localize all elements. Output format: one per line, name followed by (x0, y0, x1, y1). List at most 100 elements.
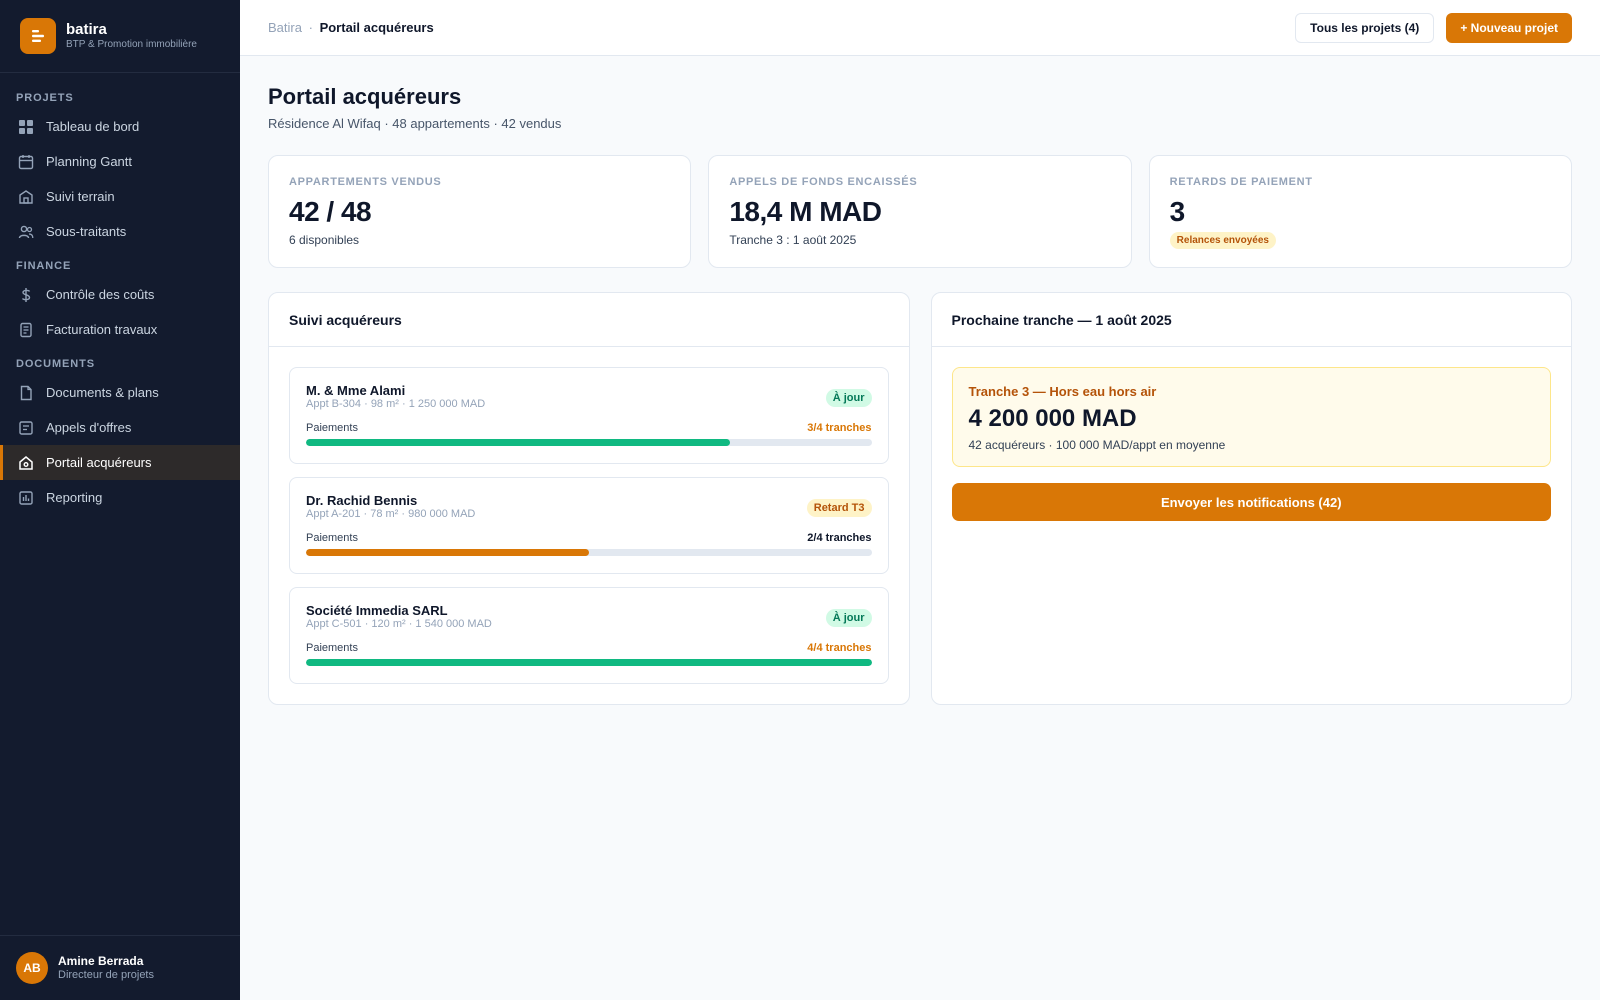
buyer-header: Société Immedia SARL Appt C-501 · 120 m² … (306, 604, 872, 631)
chart-icon (18, 490, 34, 506)
user-profile[interactable]: AB Amine Berrada Directeur de projets (0, 935, 240, 1000)
buyer-header: M. & Mme Alami Appt B-304 · 98 m² · 1 250… (306, 384, 872, 411)
nav-section-projets: PROJETS (16, 92, 74, 104)
tranches-count: 2/4 tranches (807, 532, 872, 544)
tranche-note: 42 acquéreurs · 100 000 MAD/appt en moye… (968, 438, 1226, 452)
breadcrumb: Batira · Portail acquéreurs (268, 20, 1295, 35)
status-badge: Retard T3 (806, 499, 872, 517)
tranche-summary: Tranche 3 — Hors eau hors air 4 200 000 … (951, 367, 1551, 467)
payments-label: Paiements (306, 422, 358, 434)
home-icon (18, 455, 34, 471)
nav-section-finance: FINANCE (16, 260, 72, 272)
tranche-title: Tranche 3 — Hors eau hors air (968, 384, 1157, 399)
user-role: Directeur de projets (58, 969, 154, 981)
list-item[interactable]: Dr. Rachid Bennis Appt A-201 · 78 m² · 98… (289, 477, 889, 574)
all-projects-button[interactable]: Tous les projets (4) (1295, 12, 1435, 43)
user-name: Amine Berrada (58, 954, 144, 968)
kpi-value: 42 / 48 (289, 196, 372, 227)
building-icon (18, 189, 34, 205)
panel-title: Prochaine tranche — 1 août 2025 (931, 293, 1571, 347)
brand-logo-icon (20, 18, 56, 54)
kpi-label: RETARDS DE PAIEMENT (1169, 176, 1313, 188)
sidebar-item-label: Facturation travaux (46, 322, 158, 337)
progress-bar-fill (306, 439, 731, 446)
sidebar-item-tableau-de-bord[interactable]: Tableau de bord (0, 109, 240, 144)
kpi-value: 18,4 M MAD (729, 196, 882, 227)
progress-bar-fill (306, 659, 872, 666)
avatar: AB (16, 952, 48, 984)
tranche-panel: Prochaine tranche — 1 août 2025 Tranche … (930, 292, 1572, 705)
tranches-count: 4/4 tranches (807, 642, 872, 654)
sidebar-item-label: Documents & plans (46, 385, 159, 400)
main-content: Portail acquéreurs Résidence Al Wifaq · … (268, 56, 1572, 705)
status-badge: Relances envoyées (1169, 232, 1276, 249)
sidebar-item-label: Contrôle des coûts (46, 287, 155, 302)
sidebar-item-label: Appels d'offres (46, 420, 132, 435)
buyer-name: Société Immedia SARL (306, 603, 448, 618)
sidebar: batira BTP & Promotion immobilière PROJE… (0, 0, 240, 1000)
buyer-meta: Appt A-201 · 78 m² · 980 000 MAD (306, 508, 476, 520)
buyer-header: Dr. Rachid Bennis Appt A-201 · 78 m² · 98… (306, 494, 872, 521)
brand-tagline: BTP & Promotion immobilière (66, 39, 197, 50)
kpi-card-apartments-sold: APPARTEMENTS VENDUS 42 / 48 6 disponible… (268, 155, 692, 268)
buyers-list: M. & Mme Alami Appt B-304 · 98 m² · 1 250… (269, 347, 909, 717)
invoice-icon (18, 322, 34, 338)
tranche-amount: 4 200 000 MAD (968, 405, 1137, 432)
progress-bar (306, 549, 872, 556)
payment-row: Paiements 3/4 tranches (306, 422, 872, 434)
kpi-row: APPARTEMENTS VENDUS 42 / 48 6 disponible… (268, 155, 1572, 268)
kpi-note: Tranche 3 : 1 août 2025 (729, 233, 857, 247)
file-icon (18, 385, 34, 401)
progress-bar-fill (306, 549, 589, 556)
brand: batira BTP & Promotion immobilière (0, 0, 240, 73)
payment-row: Paiements 2/4 tranches (306, 532, 872, 544)
sidebar-item-facturation-travaux[interactable]: Facturation travaux (0, 312, 240, 347)
list-item[interactable]: Société Immedia SARL Appt C-501 · 120 m² … (289, 587, 889, 684)
sidebar-item-controle-des-couts[interactable]: Contrôle des coûts (0, 277, 240, 312)
sidebar-item-planning-gantt[interactable]: Planning Gantt (0, 144, 240, 179)
sidebar-item-reporting[interactable]: Reporting (0, 480, 240, 515)
calendar-icon (18, 154, 34, 170)
currency-icon (18, 287, 34, 303)
progress-bar (306, 659, 872, 666)
kpi-label: APPARTEMENTS VENDUS (289, 176, 442, 188)
sidebar-item-label: Suivi terrain (46, 189, 115, 204)
sidebar-item-appels-doffres[interactable]: Appels d'offres (0, 410, 240, 445)
kpi-note: 6 disponibles (289, 233, 360, 247)
sidebar-item-documents-plans[interactable]: Documents & plans (0, 375, 240, 410)
sidebar-item-label: Sous-traitants (46, 224, 127, 239)
breadcrumb-separator: · (308, 20, 313, 35)
kpi-value: 3 (1169, 196, 1186, 227)
tranches-count: 3/4 tranches (807, 422, 872, 434)
status-badge: À jour (825, 389, 872, 407)
sidebar-item-portail-acquereurs[interactable]: Portail acquéreurs (0, 445, 240, 480)
list-item[interactable]: M. & Mme Alami Appt B-304 · 98 m² · 1 250… (289, 367, 889, 464)
buyers-panel: Suivi acquéreurs M. & Mme Alami Appt B-30… (268, 292, 910, 705)
new-project-button[interactable]: + Nouveau projet (1446, 12, 1572, 43)
sidebar-item-label: Reporting (46, 490, 103, 505)
payments-label: Paiements (306, 532, 358, 544)
form-icon (18, 420, 34, 436)
payment-row: Paiements 4/4 tranches (306, 642, 872, 654)
progress-bar (306, 439, 872, 446)
buyer-name: Dr. Rachid Bennis (306, 493, 418, 508)
panels-row: Suivi acquéreurs M. & Mme Alami Appt B-30… (268, 292, 1572, 705)
sidebar-item-label: Tableau de bord (46, 119, 140, 134)
buyer-meta: Appt C-501 · 120 m² · 1 540 000 MAD (306, 618, 492, 630)
sidebar-item-label: Planning Gantt (46, 154, 133, 169)
send-notifications-button[interactable]: Envoyer les notifications (42) (951, 483, 1551, 521)
users-icon (18, 224, 34, 240)
sidebar-item-sous-traitants[interactable]: Sous-traitants (0, 214, 240, 249)
sidebar-item-suivi-terrain[interactable]: Suivi terrain (0, 179, 240, 214)
topbar: Batira · Portail acquéreurs Tous les pro… (240, 0, 1600, 56)
page-title: Portail acquéreurs (268, 84, 462, 109)
breadcrumb-root[interactable]: Batira (268, 20, 302, 35)
buyer-meta: Appt B-304 · 98 m² · 1 250 000 MAD (306, 398, 486, 410)
kpi-label: APPELS DE FONDS ENCAISSÉS (729, 176, 918, 188)
buyer-name: M. & Mme Alami (306, 383, 406, 398)
sidebar-item-label: Portail acquéreurs (46, 455, 152, 470)
payments-label: Paiements (306, 642, 358, 654)
breadcrumb-current: Portail acquéreurs (319, 20, 434, 35)
page-subtitle: Résidence Al Wifaq · 48 appartements · 4… (268, 116, 562, 131)
status-badge: À jour (825, 609, 872, 627)
